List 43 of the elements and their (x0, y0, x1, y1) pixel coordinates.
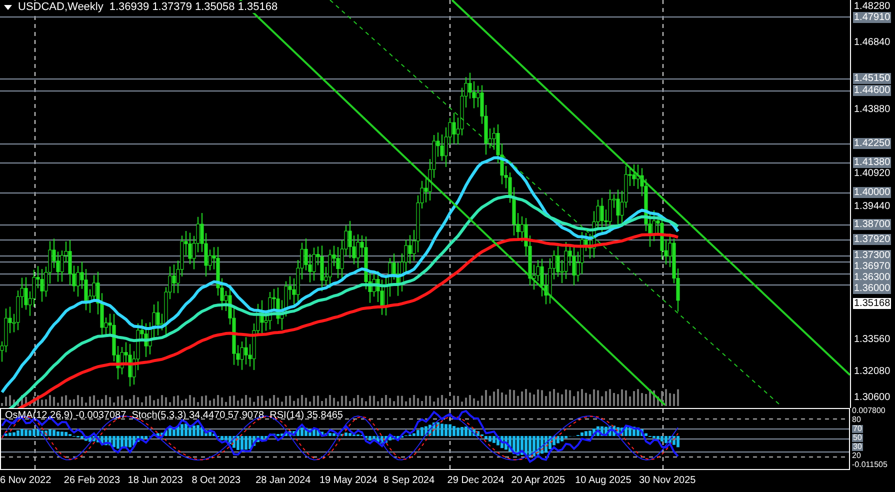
date-label: 26 Feb 2023 (64, 475, 120, 486)
date-label: 30 Nov 2025 (639, 475, 696, 486)
price-label: 1.37920 (853, 234, 892, 245)
price-label: 1.37300 (853, 250, 892, 261)
price-label: 1.36000 (853, 283, 892, 294)
price-label: 1.40920 (853, 168, 892, 179)
indicator-scale-label: 80 (852, 416, 861, 424)
price-label: 1.44600 (853, 85, 892, 96)
indicator-scale-label: 0.007800 (852, 407, 886, 415)
collapse-triangle-icon[interactable] (4, 4, 12, 10)
symbol-label: USDCAD,Weekly (18, 1, 104, 13)
ohlc-values: 1.36939 1.37379 1.35058 1.35168 (109, 1, 278, 13)
price-label: 1.32080 (853, 366, 892, 377)
indicator-scale-label: 30 (852, 443, 863, 451)
price-label: 1.48280 (853, 1, 892, 12)
indicator-scale-label: 70 (852, 425, 863, 433)
date-label: 18 Jun 2023 (128, 475, 183, 486)
price-label: 1.41380 (853, 157, 892, 168)
price-label: 1.33560 (853, 334, 892, 345)
price-label: 1.36970 (853, 261, 892, 272)
date-label: 20 Apr 2025 (511, 475, 566, 486)
price-label: 1.43880 (853, 104, 892, 115)
price-label: 1.40000 (853, 187, 892, 198)
price-label: 1.46840 (853, 37, 892, 48)
price-label: 1.30600 (853, 392, 892, 403)
date-label: 8 Oct 2023 (192, 475, 241, 486)
indicator-scale-label: -0.011505 (852, 461, 888, 469)
date-label: 29 Dec 2024 (447, 475, 504, 486)
indicator-title: OsMA(12,26,9) -0.0037087 Stoch(5,3,3) 34.4470 57.9078 RSI(14) 35.8465 (5, 410, 343, 421)
price-label: 1.35168 (853, 298, 892, 309)
price-label: 1.38700 (853, 219, 892, 230)
date-label: 28 Jan 2024 (256, 475, 311, 486)
date-label: 19 May 2024 (320, 475, 378, 486)
price-label: 1.42250 (853, 138, 892, 149)
date-label: 10 Aug 2025 (575, 475, 632, 486)
date-label: 6 Nov 2022 (0, 475, 52, 486)
indicator-scale-label: 50 (852, 434, 863, 442)
date-label: 8 Sep 2024 (383, 475, 435, 486)
price-label: 1.47910 (853, 12, 892, 23)
price-label: 1.39440 (853, 201, 892, 212)
indicator-scale-label: 20 (852, 452, 861, 460)
price-label: 1.45150 (853, 73, 892, 84)
price-label: 1.36300 (853, 272, 892, 283)
